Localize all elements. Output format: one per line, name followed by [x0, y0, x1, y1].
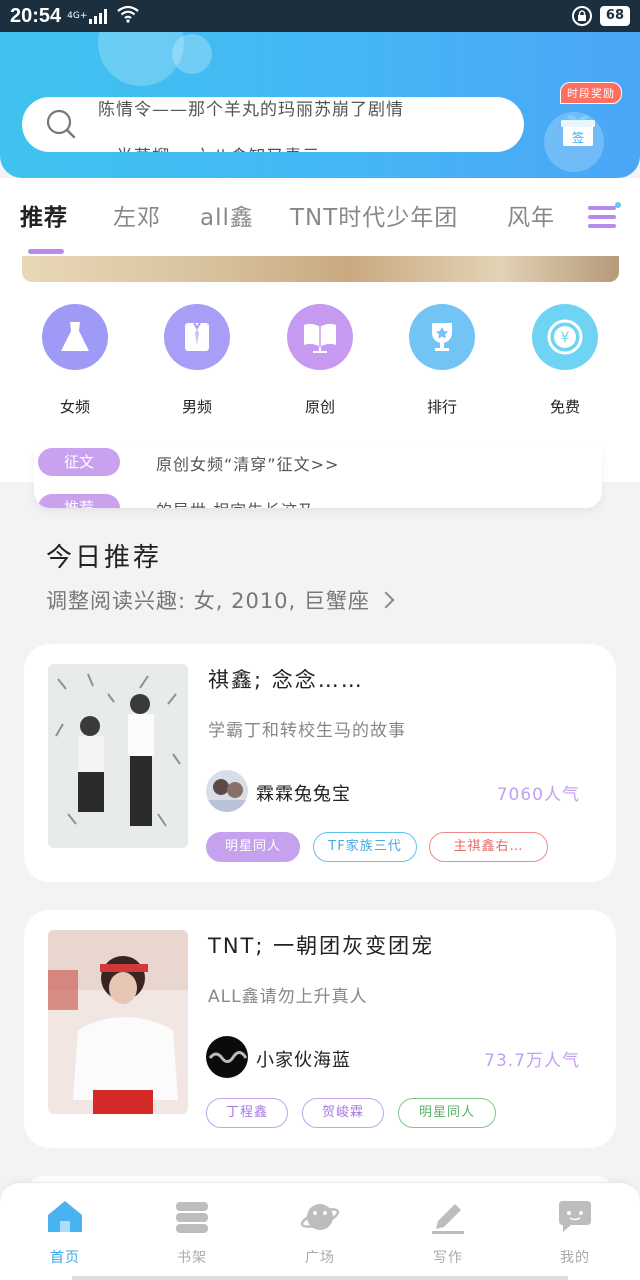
- nav-label: 首页: [50, 1250, 80, 1266]
- book-description: ALL鑫请勿上升真人: [208, 987, 368, 1007]
- header: 陈情令——那个羊丸的玛丽苏崩了剧情 一半草榴 一六八食知又青示 时段奖励 签: [0, 32, 640, 178]
- tab-fengnian[interactable]: 风年: [507, 198, 555, 232]
- interest-text: 调整阅读兴趣: 女, 2010, 巨蟹座: [46, 589, 370, 613]
- author-avatar[interactable]: [206, 770, 248, 812]
- category-female[interactable]: 女频: [35, 304, 115, 417]
- notice-text: 原创女频“清穿”征文>>: [156, 455, 340, 474]
- search-icon: [46, 109, 76, 139]
- book-tag[interactable]: TF家族三代: [313, 832, 417, 862]
- book-tag[interactable]: 主祺鑫右…: [429, 832, 548, 862]
- menu-icon[interactable]: [588, 202, 622, 232]
- trophy-icon: [409, 304, 475, 370]
- category-label: 排行: [426, 398, 457, 416]
- bookshelf-icon: [176, 1202, 208, 1233]
- notice-text: 的异世·相宜生长这乃·: [156, 497, 321, 508]
- category-label: 女频: [59, 398, 90, 416]
- status-time: 20:54: [10, 4, 62, 27]
- adjust-interest-link[interactable]: 调整阅读兴趣: 女, 2010, 巨蟹座: [46, 585, 395, 615]
- book-description: 学霸丁和转校生马的故事: [208, 721, 406, 741]
- sign-in-gift-icon[interactable]: 签: [560, 112, 596, 148]
- category-label: 男频: [181, 398, 212, 416]
- category-tabs: 推荐 左邓 all鑫 TNT时代少年团 风年: [0, 178, 640, 256]
- shirt-icon: [164, 304, 230, 370]
- book-tag[interactable]: 明星同人: [398, 1098, 496, 1128]
- gesture-bar: [72, 1276, 568, 1280]
- notice-tag: 征文: [38, 448, 120, 476]
- tab-recommend[interactable]: 推荐: [20, 198, 68, 232]
- book-tag[interactable]: 丁程鑫: [206, 1098, 288, 1128]
- nav-label: 写作: [433, 1250, 463, 1266]
- author-name[interactable]: 霖霖兔兔宝: [256, 780, 351, 806]
- bottom-nav: 首页 书架 广场 写作 我的: [0, 1182, 640, 1280]
- chat-icon: [559, 1201, 591, 1232]
- book-tag[interactable]: 贺峻霖: [302, 1098, 384, 1128]
- decor-bubble: [98, 32, 184, 86]
- battery-indicator: 68: [599, 6, 630, 26]
- notice-ticker[interactable]: 征文 原创女频“清穿”征文>> 推荐 的异世·相宜生长这乃·: [34, 448, 602, 508]
- active-tab-indicator: [28, 249, 64, 254]
- pen-icon: [432, 1204, 464, 1234]
- nav-mine[interactable]: 我的: [530, 1199, 620, 1267]
- section-title: 今日推荐: [46, 543, 163, 573]
- signal-icon: [89, 8, 108, 24]
- wifi-icon: [117, 5, 140, 28]
- author-avatar[interactable]: [206, 1036, 248, 1078]
- nav-label: 书架: [177, 1250, 207, 1266]
- category-grid: 女频 男频 原创 排行 ¥ 免费: [0, 304, 640, 424]
- category-original[interactable]: 原创: [280, 304, 360, 417]
- nav-bookshelf[interactable]: 书架: [147, 1199, 237, 1267]
- book-cover[interactable]: [48, 930, 188, 1114]
- book-tag[interactable]: 明星同人: [206, 832, 300, 862]
- book-icon: [287, 304, 353, 370]
- search-hint-text: 一半草榴 一六八食知又青示: [98, 142, 320, 152]
- popularity-count: 7060人气: [496, 785, 580, 805]
- nav-square[interactable]: 广场: [275, 1199, 365, 1267]
- popularity-count: 73.7万人气: [484, 1051, 580, 1071]
- nav-label: 我的: [560, 1250, 590, 1266]
- book-cover[interactable]: [48, 664, 188, 848]
- planet-icon: [300, 1204, 340, 1230]
- author-name[interactable]: 小家伙海蓝: [256, 1046, 351, 1072]
- status-bar: 20:54 4G+ 68: [0, 0, 640, 32]
- svg-text:¥: ¥: [561, 330, 570, 346]
- notice-tag: 推荐: [38, 494, 120, 508]
- category-ranking[interactable]: 排行: [402, 304, 482, 417]
- time-reward-badge[interactable]: 时段奖励: [560, 82, 622, 104]
- nav-write[interactable]: 写作: [403, 1199, 493, 1267]
- tab-tnt[interactable]: TNT时代少年团: [290, 198, 458, 232]
- home-icon: [48, 1201, 82, 1232]
- sign-label: 签: [572, 130, 584, 145]
- search-bar[interactable]: 陈情令——那个羊丸的玛丽苏崩了剧情 一半草榴 一六八食知又青示: [22, 97, 524, 152]
- category-free[interactable]: ¥ 免费: [525, 304, 605, 417]
- book-title[interactable]: 祺鑫; 念念……: [208, 664, 364, 694]
- chevron-right-icon: [377, 591, 395, 609]
- tab-zuodeng[interactable]: 左邓: [113, 198, 161, 232]
- book-card[interactable]: 祺鑫; 念念…… 学霸丁和转校生马的故事 霖霖兔兔宝 7060人气 明星同人 T…: [24, 644, 616, 882]
- yuan-icon: ¥: [532, 304, 598, 370]
- nav-label: 广场: [305, 1250, 335, 1266]
- network-type: 4G+: [67, 10, 88, 21]
- tab-all-xin[interactable]: all鑫: [200, 198, 254, 232]
- search-hint-text: 陈情令——那个羊丸的玛丽苏崩了剧情: [98, 100, 404, 120]
- book-card[interactable]: TNT; 一朝团灰变团宠 ALL鑫请勿上升真人 小家伙海蓝 73.7万人气 丁程…: [24, 910, 616, 1148]
- category-label: 免费: [549, 398, 580, 416]
- dress-icon: [42, 304, 108, 370]
- category-label: 原创: [304, 398, 335, 416]
- decor-bubble: [172, 34, 212, 74]
- category-male[interactable]: 男频: [157, 304, 237, 417]
- banner-carousel[interactable]: [22, 256, 619, 282]
- book-title[interactable]: TNT; 一朝团灰变团宠: [208, 930, 434, 960]
- lock-icon: [571, 6, 592, 26]
- nav-home[interactable]: 首页: [20, 1199, 110, 1267]
